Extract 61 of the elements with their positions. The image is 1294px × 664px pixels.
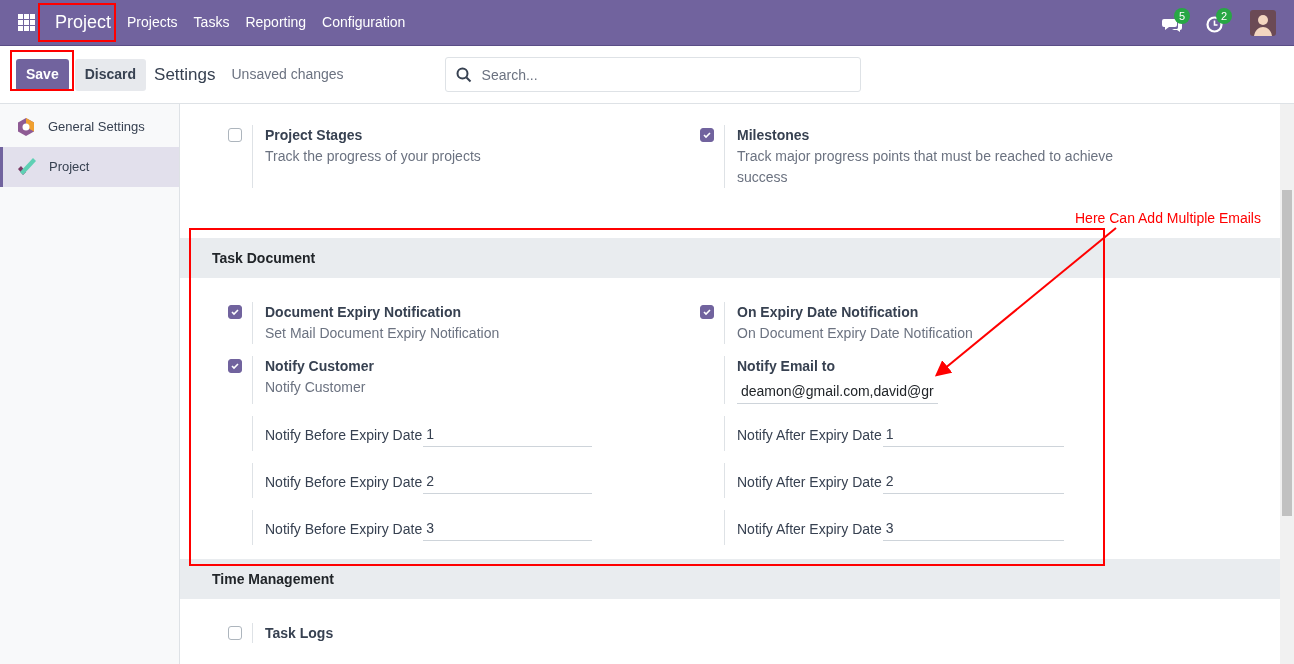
menu-item[interactable]: Configuration [314, 12, 414, 33]
setting-title: Notify Customer [265, 357, 374, 376]
checkmark-icon [16, 157, 38, 177]
page-title: Settings [154, 63, 216, 86]
unsaved-status: Unsaved changes [231, 65, 344, 84]
app-title-link[interactable]: Project [47, 9, 120, 36]
checkbox[interactable] [700, 128, 714, 142]
search-field[interactable]: Search... [444, 57, 861, 92]
sidebar-item[interactable]: Project [0, 147, 179, 187]
field-label: Notify After Expiry Date [737, 426, 882, 445]
field-label: Notify Before Expiry Date [265, 520, 423, 539]
number-input-field[interactable]: 3 [882, 515, 1064, 541]
setting-title: On Expiry Date Notification [737, 303, 920, 322]
menu-item[interactable]: Projects [119, 12, 186, 33]
scrollbar-thumb[interactable] [1282, 190, 1292, 516]
sidebar-item[interactable]: General Settings [0, 107, 179, 147]
number-input-field[interactable]: 1 [882, 421, 1064, 447]
apps-grid-icon[interactable] [18, 14, 35, 31]
number-input-field[interactable]: 3 [423, 515, 592, 541]
menu-item[interactable]: Reporting [237, 12, 315, 33]
menu-item[interactable]: Tasks [185, 12, 238, 33]
section-title: Time Management [212, 569, 334, 589]
search-icon [455, 67, 472, 83]
avatar-icon[interactable] [1250, 9, 1276, 36]
annotation-text: Here Can Add Multiple Emails [1075, 209, 1261, 228]
checkbox[interactable] [228, 626, 242, 640]
setting-description: Notify Customer [265, 378, 367, 397]
setting-title: Milestones [737, 126, 811, 145]
setting-title: Notify Email to [737, 357, 836, 376]
checkmark-icon [230, 307, 240, 317]
setting-description: Track the progress of your projects [265, 147, 481, 166]
hexagon-icon [16, 117, 36, 137]
field-label: Notify After Expiry Date [737, 520, 882, 539]
save-button[interactable]: Save [16, 58, 69, 91]
scrollbar[interactable] [1280, 104, 1294, 664]
setting-description: On Document Expiry Date Notification [737, 324, 973, 343]
checkbox[interactable] [228, 128, 242, 142]
section-title: Task Document [212, 248, 316, 268]
field-label: Notify Before Expiry Date [265, 473, 423, 492]
setting-description: Track major progress points that must be reached to achieve success [737, 147, 1115, 187]
checkbox[interactable] [228, 305, 242, 319]
number-input-field[interactable]: 2 [423, 468, 592, 494]
discard-button[interactable]: Discard [74, 58, 147, 91]
number-input-field[interactable]: 2 [882, 468, 1064, 494]
number-input-field[interactable]: 1 [423, 421, 592, 447]
setting-title: Task Logs [265, 624, 334, 643]
checkmark-icon [230, 361, 240, 371]
setting-description: Set Mail Document Expiry Notification [265, 324, 500, 343]
setting-title: Project Stages [265, 126, 364, 145]
email-input-field[interactable]: deamon@gmail.com,david@gr [737, 378, 938, 404]
checkmark-icon [702, 130, 712, 140]
checkbox[interactable] [700, 305, 714, 319]
clock-icon [1206, 15, 1223, 33]
checkbox[interactable] [228, 359, 242, 373]
field-label: Notify After Expiry Date [737, 473, 882, 492]
activity-count-badge: 2 [1216, 7, 1233, 24]
field-label: Notify Before Expiry Date [265, 426, 423, 445]
message-count-badge: 5 [1174, 7, 1191, 24]
checkmark-icon [702, 307, 712, 317]
setting-title: Document Expiry Notification [265, 303, 463, 322]
highlight-frame [10, 50, 74, 91]
